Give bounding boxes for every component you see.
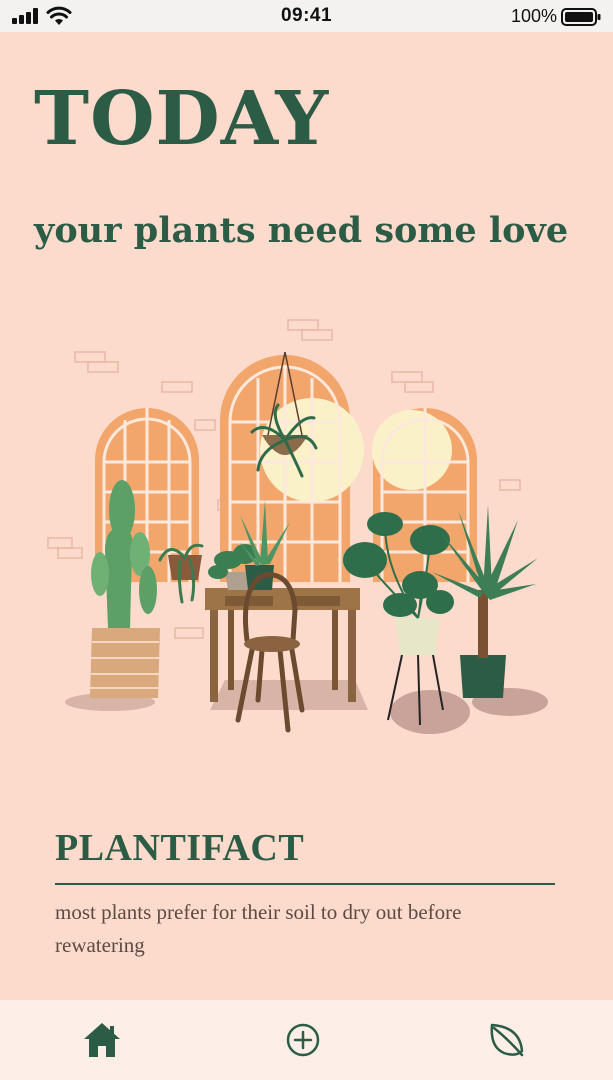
- plantifact-text: most plants prefer for their soil to dry…: [55, 900, 462, 957]
- battery-percentage: 100%: [510, 6, 557, 26]
- add-circle-icon: [286, 1023, 320, 1057]
- page-title: TODAY: [34, 76, 330, 162]
- plantifact-title: PLANTIFACT: [55, 827, 305, 869]
- plantifact-divider: [55, 883, 555, 885]
- page-subtitle: your plants need some love: [34, 210, 569, 251]
- plants-room-illustration: [47, 319, 548, 734]
- status-bar: 09:41 100%: [0, 0, 613, 32]
- battery-icon: [561, 8, 601, 26]
- home-icon: [84, 1023, 120, 1057]
- tab-add-plant[interactable]: [281, 1018, 325, 1062]
- bottom-tab-bar: [0, 1000, 613, 1080]
- leaf-icon: [490, 1023, 524, 1057]
- app-screen: 09:41 100% TODAY your plants need some l…: [0, 0, 613, 1080]
- tab-home[interactable]: [80, 1018, 124, 1062]
- tab-my-plants[interactable]: [484, 1018, 528, 1062]
